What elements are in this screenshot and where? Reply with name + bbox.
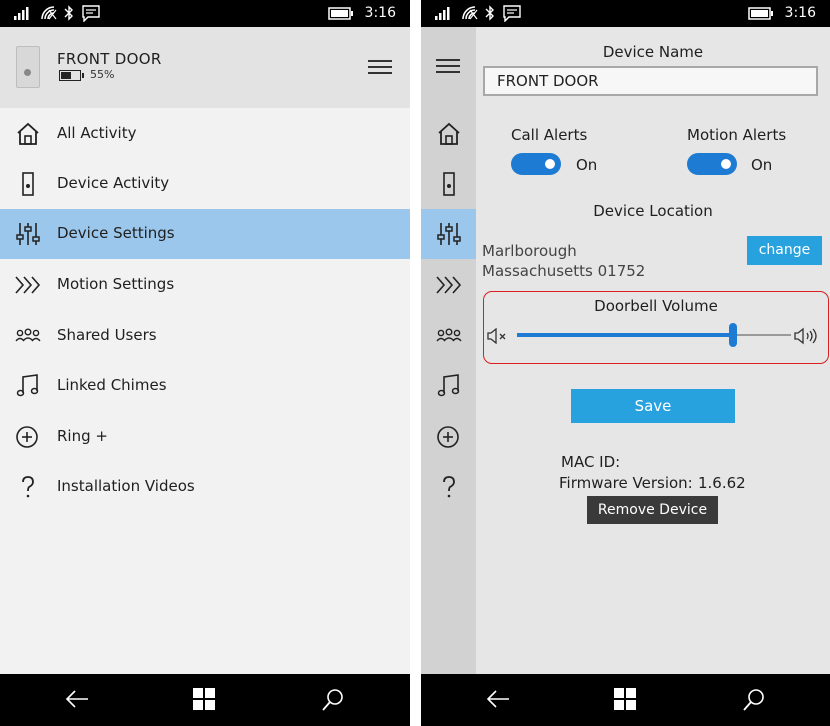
wifi-icon [41,6,57,20]
back-arrow-icon[interactable] [485,688,511,710]
call-alerts-state: On [576,156,598,174]
signal-icon [435,7,450,20]
rail-item-device-settings[interactable] [421,209,476,259]
menu-item-installation-videos[interactable]: Installation Videos [0,462,410,512]
wifi-icon [462,6,478,20]
device-location-label: Device Location [593,202,713,220]
menu-item-device-activity[interactable]: Device Activity [0,159,410,209]
doorbell-thumbnail [16,46,40,88]
volume-mute-icon [487,328,506,344]
music-note-icon [437,374,460,397]
music-note-icon [16,374,39,397]
location-state-zip: Massachusetts 01752 [482,262,646,280]
menu-item-shared-users[interactable]: Shared Users [0,311,410,361]
menu-item-device-settings[interactable]: Device Settings [0,209,410,259]
motion-alerts-state: On [751,156,773,174]
search-icon[interactable] [742,688,766,712]
users-icon [436,328,462,342]
status-bar: 3:16 [0,0,410,27]
call-alerts-toggle[interactable] [511,153,561,175]
question-icon [443,476,455,498]
firmware-label: Firmware Version: [559,474,693,492]
rail-item-installation-videos[interactable] [421,462,476,512]
volume-slider-fill [517,333,734,337]
device-name: FRONT DOOR [57,50,162,68]
rail-item-shared-users[interactable] [421,311,476,361]
rail-item-motion-settings[interactable] [421,260,476,310]
bluetooth-icon [485,5,494,21]
device-name-field[interactable] [483,66,818,96]
change-location-button[interactable]: change [747,236,822,265]
menu-item-ring-plus[interactable]: Ring + [0,412,410,462]
windows-logo-icon[interactable] [614,688,636,710]
motion-alerts-label: Motion Alerts [687,126,787,144]
volume-loud-icon [794,327,817,345]
motion-alerts-toggle[interactable] [687,153,737,175]
battery-percent: 55% [90,68,115,81]
device-header: FRONT DOOR 55% [0,27,410,108]
home-icon [438,122,460,145]
search-icon[interactable] [321,688,345,712]
message-icon [503,5,521,22]
sliders-icon [16,223,40,245]
hamburger-menu-icon[interactable] [368,60,392,76]
menu-item-linked-chimes[interactable]: Linked Chimes [0,361,410,411]
sliders-icon [437,223,461,245]
phone-left-screen: 3:16 FRONT DOOR 55% All Activity Device … [0,0,410,726]
bluetooth-icon [64,5,73,21]
mac-id-label: MAC ID: [561,453,621,471]
remove-device-button[interactable]: Remove Device [587,496,718,524]
menu-label: Device Activity [57,174,170,192]
volume-slider-thumb[interactable] [729,323,738,347]
battery-icon [748,7,773,20]
device-name-label: Device Name [602,43,704,61]
call-alerts-label: Call Alerts [511,126,588,144]
signal-icon [14,7,29,20]
back-arrow-icon[interactable] [64,688,90,710]
battery-icon [328,7,353,20]
rail-item-linked-chimes[interactable] [421,361,476,411]
menu-item-all-activity[interactable]: All Activity [0,109,410,159]
doorbell-volume-label: Doorbell Volume [594,297,718,315]
menu-item-motion-settings[interactable]: Motion Settings [0,260,410,310]
menu-label: Ring + [57,427,108,445]
menu-label: Shared Users [57,326,157,344]
menu-label: All Activity [57,124,137,142]
battery-level-icon [59,70,84,81]
plus-circle-icon [437,426,459,448]
doorbell-icon [22,172,34,196]
windows-logo-icon[interactable] [193,688,215,710]
question-icon [22,476,34,498]
home-icon [17,122,39,145]
firmware-version: 1.6.62 [698,474,746,492]
system-nav-bar [421,674,830,726]
chevrons-icon [436,276,462,294]
nav-rail [421,27,476,674]
menu-label: Linked Chimes [57,376,167,394]
menu-label: Installation Videos [57,477,195,495]
users-icon [15,328,41,342]
plus-circle-icon [16,426,38,448]
menu-label: Motion Settings [57,275,175,293]
phone-right-screen: 3:16 Device Name FRONT DOOR Call Alerts … [421,0,830,726]
doorbell-icon [443,172,455,196]
menu-label: Device Settings [57,224,175,242]
clock: 3:16 [784,5,816,21]
message-icon [82,5,100,22]
rail-item-all-activity[interactable] [421,109,476,159]
chevrons-icon [15,276,41,294]
rail-item-device-activity[interactable] [421,159,476,209]
clock: 3:16 [364,5,396,21]
system-nav-bar [0,674,410,726]
hamburger-menu-icon[interactable] [436,59,460,75]
status-bar: 3:16 [421,0,830,27]
rail-item-ring-plus[interactable] [421,412,476,462]
location-city: Marlborough [482,242,577,260]
save-button[interactable]: Save [571,389,735,423]
